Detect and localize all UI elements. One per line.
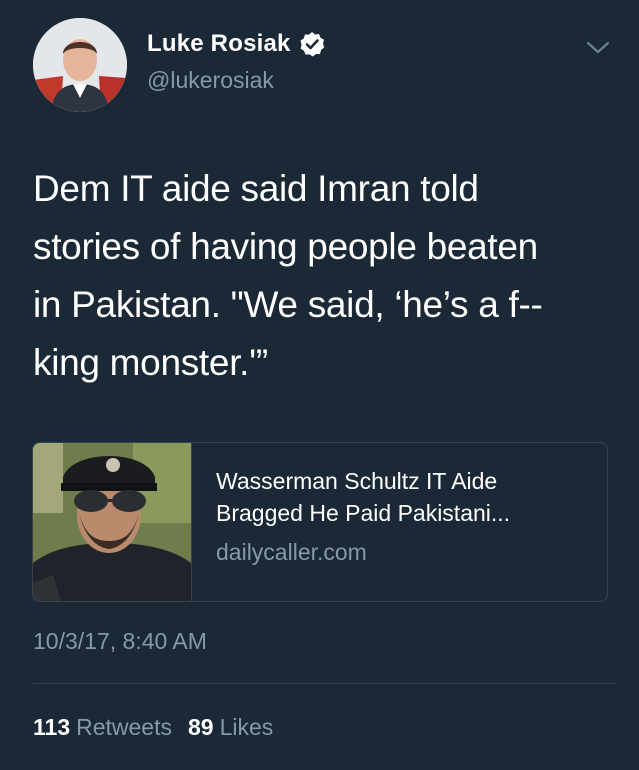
tweet-stats: 113 Retweets 89 Likes [33,714,273,741]
verified-badge-icon [299,31,325,57]
author-display-name[interactable]: Luke Rosiak [147,30,291,58]
retweets-label: Retweets [76,714,172,740]
likes-count: 89 [187,714,214,740]
divider [33,683,616,684]
link-card-title[interactable]: Wasserman Schultz IT Aide Bragged He Pai… [216,465,510,529]
avatar[interactable] [33,18,127,112]
author-name-row[interactable]: Luke Rosiak [147,30,325,58]
author-handle[interactable]: @lukerosiak [147,67,274,94]
link-card-domain: dailycaller.com [216,539,367,565]
retweets-count: 113 [33,714,71,740]
likes-label: Likes [219,714,274,740]
likes-stat[interactable]: 89 Likes [188,714,273,741]
tweet: Luke Rosiak @lukerosiak Dem IT aide said… [0,0,639,770]
chevron-down-icon[interactable] [584,38,612,58]
tweet-text: Dem IT aide said Imran told stories of h… [33,168,543,383]
link-card[interactable]: Wasserman Schultz IT Aide Bragged He Pai… [32,442,608,602]
retweets-stat[interactable]: 113 Retweets [33,714,172,741]
link-card-thumbnail [33,443,192,601]
tweet-timestamp[interactable]: 10/3/17, 8:40 AM [33,628,207,655]
link-card-body[interactable]: Wasserman Schultz IT Aide Bragged He Pai… [192,443,510,601]
